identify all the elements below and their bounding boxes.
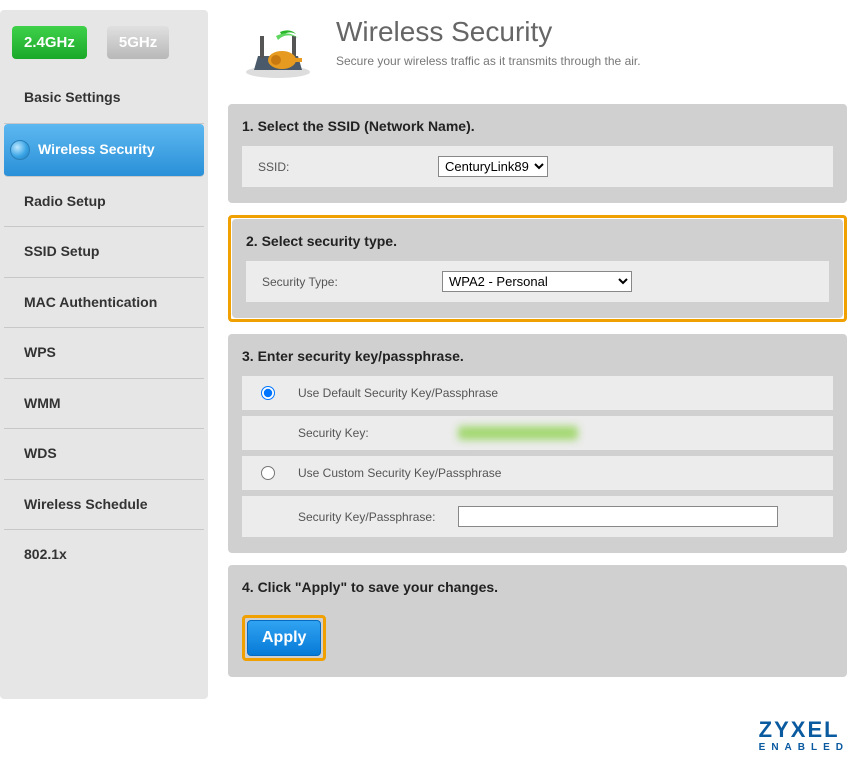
step2-panel: 2. Select security type. Security Type: … [232, 219, 843, 318]
sidebar-item-label: Wireless Security [38, 141, 155, 159]
use-custom-label: Use Custom Security Key/Passphrase [298, 466, 501, 480]
brand-name: ZYXEL [759, 719, 849, 741]
step1-panel: 1. Select the SSID (Network Name). SSID:… [228, 104, 847, 203]
step4-panel: 4. Click "Apply" to save your changes. A… [228, 565, 847, 677]
sidebar-item-wmm[interactable]: WMM [4, 379, 204, 430]
step2-title: 2. Select security type. [246, 233, 829, 249]
apply-button[interactable]: Apply [247, 620, 321, 656]
sidebar-item-wds[interactable]: WDS [4, 429, 204, 480]
brand-tag: ENABLED [759, 743, 849, 753]
sidebar-item-wireless-schedule[interactable]: Wireless Schedule [4, 480, 204, 531]
globe-icon [10, 140, 30, 160]
sidebar-item-8021x[interactable]: 802.1x [4, 530, 204, 580]
step3-title: 3. Enter security key/passphrase. [242, 348, 833, 364]
security-type-label: Security Type: [262, 275, 422, 289]
band-5ghz-button[interactable]: 5GHz [107, 26, 169, 59]
sidebar: 2.4GHz 5GHz Basic Settings Wireless Secu… [0, 10, 208, 699]
footer: ZYXEL ENABLED [0, 709, 867, 763]
default-key-label: Security Key: [298, 426, 438, 440]
sidebar-item-radio-setup[interactable]: Radio Setup [4, 177, 204, 228]
sidebar-item-wireless-security[interactable]: Wireless Security [4, 124, 204, 177]
security-type-select[interactable]: WPA2 - Personal [442, 271, 632, 292]
use-default-label: Use Default Security Key/Passphrase [298, 386, 498, 400]
router-icon [238, 16, 318, 80]
step1-title: 1. Select the SSID (Network Name). [242, 118, 833, 134]
step3-panel: 3. Enter security key/passphrase. Use De… [228, 334, 847, 553]
band-selector: 2.4GHz 5GHz [4, 20, 204, 73]
page-header: Wireless Security Secure your wireless t… [228, 16, 847, 80]
sidebar-item-mac-authentication[interactable]: MAC Authentication [4, 278, 204, 329]
band-24ghz-button[interactable]: 2.4GHz [12, 26, 87, 59]
page-subtitle: Secure your wireless traffic as it trans… [336, 54, 641, 68]
apply-highlight: Apply [242, 615, 326, 661]
use-default-radio[interactable] [261, 386, 275, 400]
sidebar-item-ssid-setup[interactable]: SSID Setup [4, 227, 204, 278]
custom-key-label: Security Key/Passphrase: [298, 510, 438, 524]
ssid-label: SSID: [258, 160, 418, 174]
sidebar-item-basic-settings[interactable]: Basic Settings [4, 73, 204, 124]
step4-title: 4. Click "Apply" to save your changes. [242, 579, 833, 595]
default-key-value-redacted [458, 426, 578, 440]
use-custom-radio[interactable] [261, 466, 275, 480]
ssid-select[interactable]: CenturyLink89 [438, 156, 548, 177]
step2-highlight: 2. Select security type. Security Type: … [228, 215, 847, 322]
sidebar-item-wps[interactable]: WPS [4, 328, 204, 379]
page-title: Wireless Security [336, 16, 641, 48]
brand-logo: ZYXEL ENABLED [759, 719, 849, 753]
main-content: Wireless Security Secure your wireless t… [228, 10, 857, 699]
custom-key-input[interactable] [458, 506, 778, 527]
